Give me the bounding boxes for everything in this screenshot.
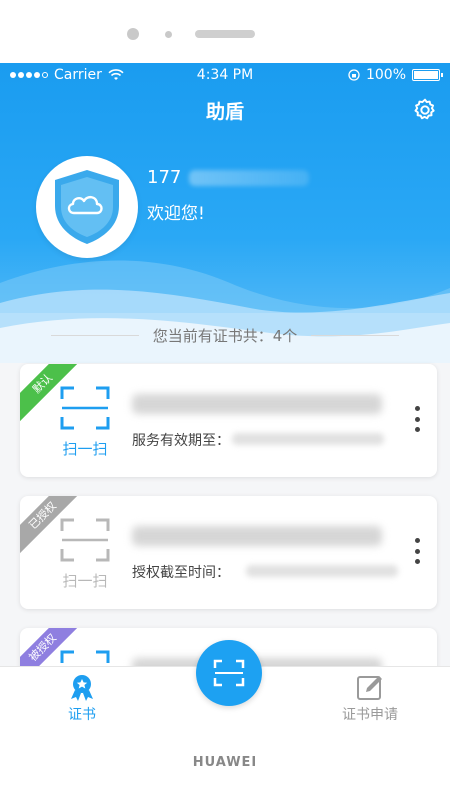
certificate-count-text: 您当前有证书共：4个 — [152, 326, 298, 345]
battery-percent: 100% — [365, 67, 406, 83]
device-brand: HUAWEI — [192, 755, 258, 770]
user-phone: 177 — [147, 167, 310, 188]
certificate-name-redacted — [132, 526, 382, 546]
certificate-card[interactable]: 已授权 扫一扫 授权截至时间： — [20, 496, 437, 609]
cloud-shield-icon — [55, 170, 119, 244]
divider-left — [50, 334, 139, 336]
tab-certificate-application[interactable]: 证书申请 — [330, 673, 410, 724]
divider-right — [311, 334, 400, 336]
welcome-text: 欢迎您! — [147, 204, 205, 224]
front-camera — [127, 28, 139, 40]
scan-button[interactable] — [196, 640, 262, 706]
more-options-icon[interactable] — [415, 538, 421, 564]
certificate-award-icon — [71, 675, 93, 701]
tab-certificates[interactable]: 证书 — [42, 673, 122, 724]
phone-masked-digits — [189, 169, 310, 186]
certificate-expiry-label: 服务有效期至： — [132, 433, 230, 449]
status-bar: Carrier 4:34 PM 100% — [0, 63, 450, 87]
scan-label[interactable]: 扫一扫 — [50, 570, 120, 591]
scan-icon — [213, 659, 245, 687]
tab-label: 证书 — [68, 707, 96, 723]
gear-icon[interactable] — [412, 97, 438, 123]
wave-decoration — [0, 260, 450, 383]
certificate-date-redacted — [232, 433, 384, 445]
phone-prefix: 177 — [147, 167, 182, 188]
certificate-name-redacted — [132, 394, 382, 414]
authorization-expiry-label: 授权截至时间： — [132, 565, 230, 581]
edit-document-icon — [357, 676, 382, 700]
certificate-date-redacted — [246, 565, 398, 577]
scan-icon[interactable] — [60, 386, 110, 430]
app-screen: Carrier 4:34 PM 100% 助盾 177 欢迎您! 您当前有证书共… — [0, 63, 450, 727]
scan-icon[interactable] — [60, 518, 110, 562]
status-right: 100% — [348, 67, 443, 83]
device-bezel-top — [0, 0, 450, 63]
certificate-count-row: 您当前有证书共：4个 — [0, 325, 450, 345]
avatar[interactable] — [36, 156, 138, 258]
proximity-sensor — [165, 31, 172, 38]
earpiece-speaker — [195, 30, 255, 38]
device-bezel-bottom: HUAWEI — [0, 727, 450, 800]
page-title: 助盾 — [205, 101, 244, 123]
battery-icon — [412, 69, 443, 81]
more-options-icon[interactable] — [415, 406, 421, 432]
rotation-lock-icon — [348, 69, 360, 81]
scan-label[interactable]: 扫一扫 — [50, 438, 120, 459]
certificate-card[interactable]: 默认 扫一扫 服务有效期至： — [20, 364, 437, 477]
tab-label: 证书申请 — [342, 707, 398, 723]
